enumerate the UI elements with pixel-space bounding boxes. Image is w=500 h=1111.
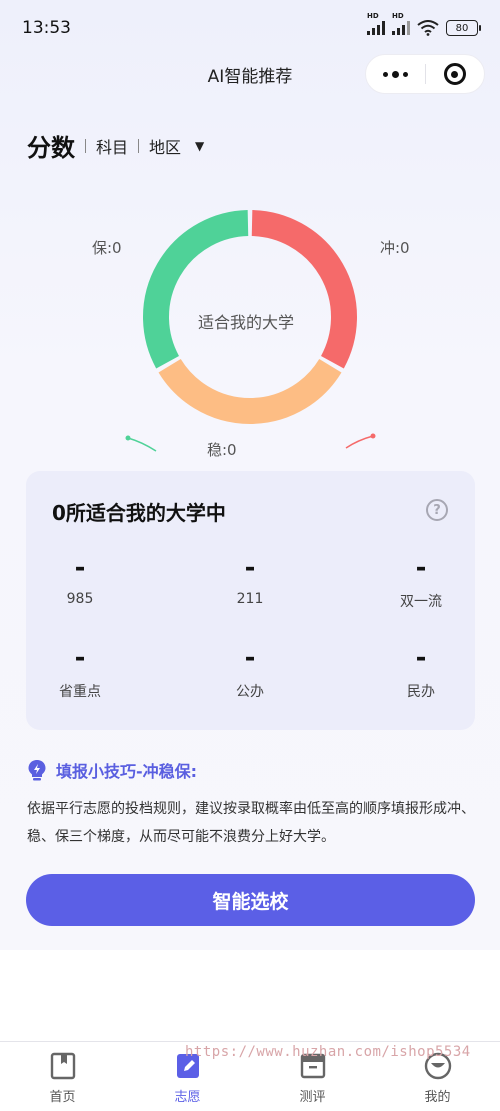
stat-label: 985 [66,591,94,607]
tip-header: 填报小技巧-冲稳保: [27,758,197,782]
leader-dot-chong [370,433,376,439]
slice-bao[interactable] [143,210,249,369]
chevron-down-icon[interactable]: ▼ [195,139,204,153]
tab-label: 志愿 [174,1090,201,1105]
filter-score[interactable]: 分数 [27,128,75,163]
stat-provincial-key: - 省重点 [20,643,140,701]
smart-select-button[interactable]: 智能选校 [26,874,475,926]
battery-level: 80 [455,22,469,34]
signal-icon-2: HD [392,12,410,35]
stat-985: - 985 [20,553,140,607]
close-target-icon[interactable] [426,63,485,85]
stat-label: 民办 [407,684,435,700]
lightbulb-icon [28,760,46,781]
stat-label: 双一流 [400,594,442,610]
tip-body: 依据平行志愿的投档规则，建议按录取概率由低至高的顺序填报形成冲、稳、保三个梯度，… [27,801,475,845]
filter-separator [85,138,86,153]
stat-label: 省重点 [59,684,101,700]
status-icons: HD HD 80 [367,12,481,36]
label-chong: 冲:0 [380,239,410,257]
stat-value: - [415,553,427,583]
label-wen: 稳:0 [207,441,237,459]
stat-public: - 公办 [190,643,310,701]
stat-value: - [244,643,256,673]
watermark-text: https://www.huzhan.com/ishop5534 [185,1044,471,1060]
stats-card: 0所适合我的大学中 ? - 985 - 211 - 双一流 - 省重点 - 公办… [26,471,475,730]
stat-value: - [74,553,86,583]
stat-value: - [74,643,86,673]
stat-label: 211 [236,591,264,607]
tab-label: 测评 [299,1090,326,1105]
stat-value: - [244,553,256,583]
stats-title: 0所适合我的大学中 [52,501,226,525]
filter-subject[interactable]: 科目 [96,134,128,158]
book-icon [50,1052,75,1080]
slice-wen[interactable] [158,358,342,424]
tab-home[interactable]: 首页 [0,1042,125,1111]
leader-dot-bao [125,435,131,441]
hd-label-2: HD [392,12,404,20]
status-time: 13:53 [22,18,71,38]
stat-private: - 民办 [361,643,481,701]
tip-title: 填报小技巧-冲稳保: [56,762,198,781]
leader-line-chong [345,435,374,449]
help-icon[interactable]: ? [426,499,448,521]
nav-bar: AI智能推荐 [0,52,500,96]
stat-label: 公办 [236,684,264,700]
leader-line-bao [127,437,157,452]
stat-double-first-class: - 双一流 [361,553,481,611]
stat-value: - [415,643,427,673]
filter-separator [138,138,140,153]
donut-chart: 冲:0 稳:0 保:0 适合我的大学 [0,190,500,470]
tab-label: 首页 [49,1090,76,1105]
tab-label: 我的 [424,1090,451,1105]
mini-program-capsule [365,54,485,94]
filter-tabs: 分数 科目 地区 ▼ [27,128,204,163]
signal-icon: HD [367,12,385,35]
more-icon[interactable] [366,70,425,78]
slice-chong[interactable] [251,210,357,369]
filter-region[interactable]: 地区 [149,134,181,158]
battery-icon: 80 [446,20,481,36]
stat-211: - 211 [190,553,310,607]
status-bar: 13:53 HD HD 80 [0,0,500,56]
hd-label: HD [367,12,379,20]
label-bao: 保:0 [92,239,122,257]
wifi-icon [417,20,439,36]
donut-center-label: 适合我的大学 [198,313,295,332]
